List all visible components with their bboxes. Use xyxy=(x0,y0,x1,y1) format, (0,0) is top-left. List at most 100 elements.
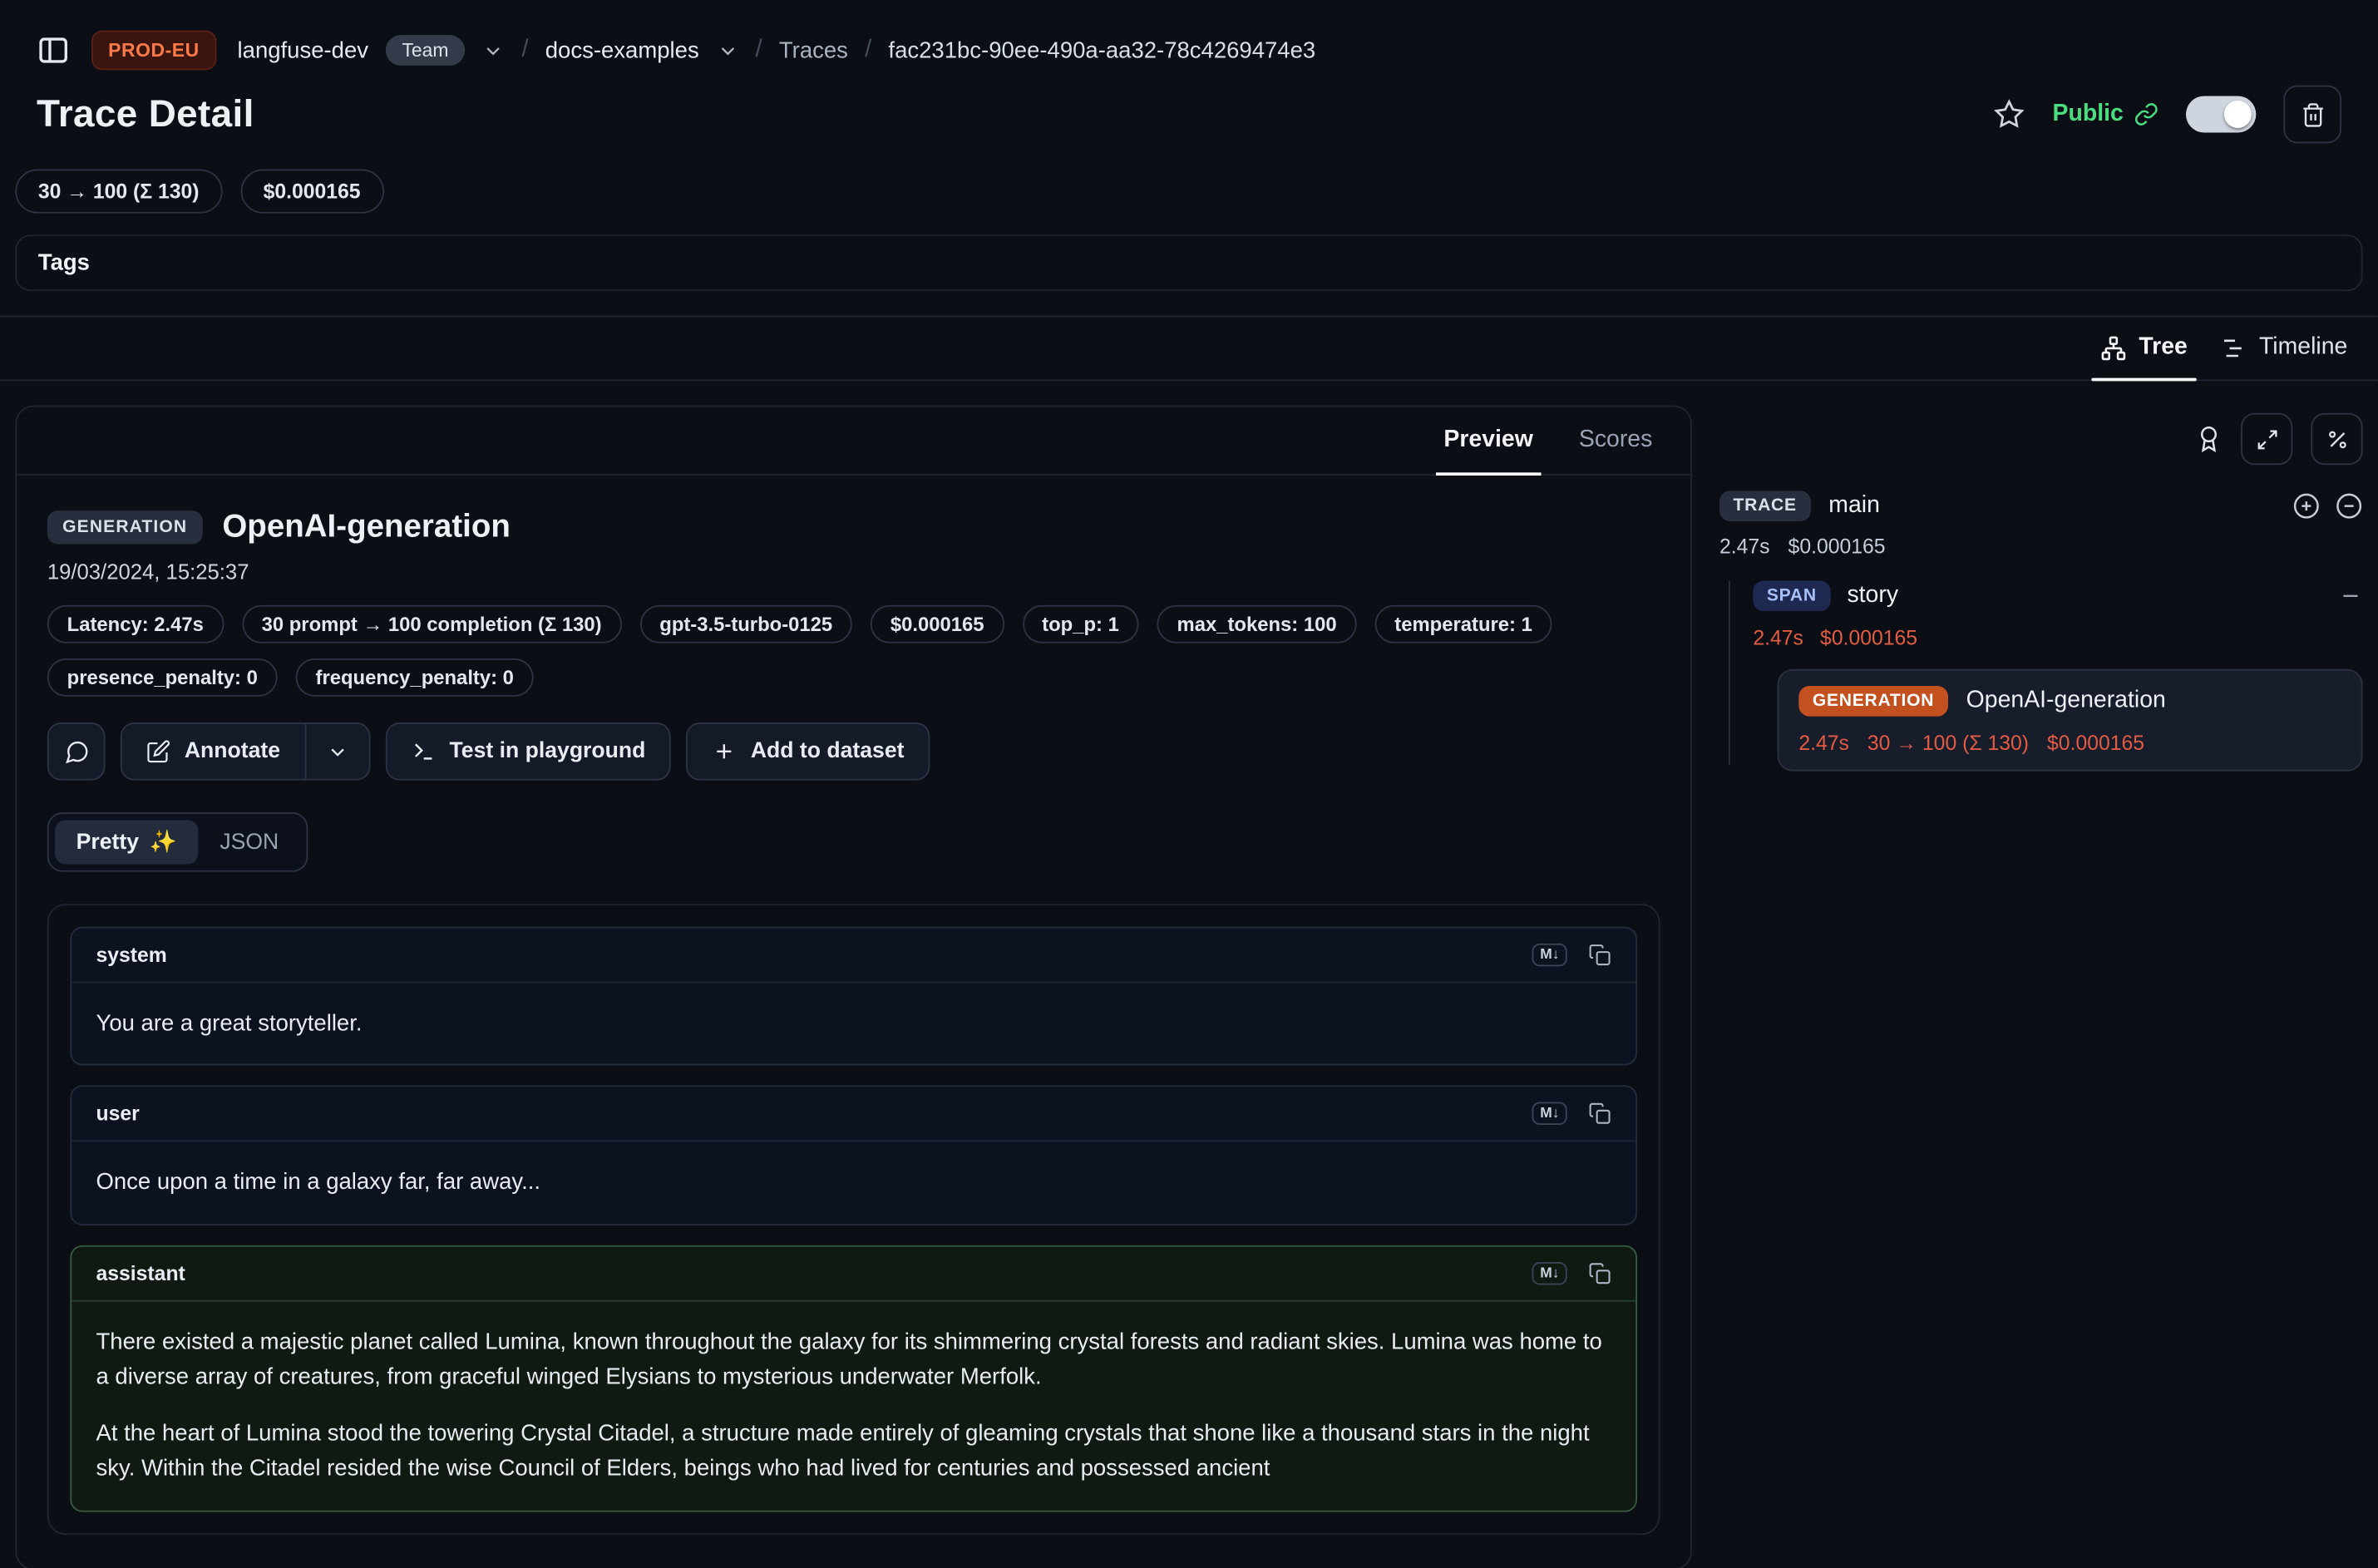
observation-meta-pills-2: presence_penalty: 0 frequency_penalty: 0 xyxy=(47,658,1660,697)
tab-tree[interactable]: Tree xyxy=(2089,328,2200,379)
trace-detail-page: PROD-EU langfuse-dev Team / docs-example… xyxy=(0,0,2378,1568)
tree-node-trace[interactable]: TRACE main xyxy=(1719,491,2363,521)
bookmark-trace-button[interactable] xyxy=(1995,99,2025,130)
generation-metrics: 2.47s 30 → 100 (Σ 130) $0.000165 xyxy=(1798,732,2341,754)
tree-node-span[interactable]: SPAN story xyxy=(1753,580,2362,611)
message-content: You are a great storyteller. xyxy=(72,982,1635,1064)
trace-metrics: 2.47s $0.000165 xyxy=(1719,535,2363,557)
tree-toolbar xyxy=(1719,413,2363,465)
panel-tabs: Preview Scores xyxy=(17,407,1690,475)
tab-preview[interactable]: Preview xyxy=(1421,407,1556,474)
observation-details: GENERATION OpenAI-generation 19/03/2024,… xyxy=(17,476,1690,1565)
trace-name: main xyxy=(1828,492,1880,520)
span-name: story xyxy=(1847,582,1898,609)
message-paragraph: There existed a majestic planet called L… xyxy=(96,1324,1611,1394)
trace-badge: TRACE xyxy=(1719,491,1810,521)
observation-type-badge: GENERATION xyxy=(47,510,203,544)
message-actions: M↓ xyxy=(1532,944,1611,967)
timeline-icon xyxy=(2221,334,2247,360)
annotate-dropdown-button[interactable] xyxy=(306,722,370,781)
percent-icon xyxy=(2326,427,2349,450)
annotate-label: Annotate xyxy=(185,739,280,763)
expand-node-button[interactable] xyxy=(2292,492,2320,520)
project-switcher-button[interactable] xyxy=(716,39,738,62)
org-switcher-button[interactable] xyxy=(482,39,505,62)
public-link[interactable]: Public xyxy=(2053,101,2158,128)
delete-trace-button[interactable] xyxy=(2283,86,2341,144)
tree-children: SPAN story 2.47s $0.000165 GENERATION Op… xyxy=(1719,580,2363,771)
copy-icon xyxy=(1588,1261,1611,1284)
generation-cost: $0.000165 xyxy=(2047,732,2144,754)
add-to-dataset-button[interactable]: Add to dataset xyxy=(687,722,930,781)
messages-container: system M↓ You are a great storyteller. xyxy=(47,904,1660,1534)
message-system: system M↓ You are a great storyteller. xyxy=(70,927,1637,1066)
format-pretty-button[interactable]: Pretty ✨ xyxy=(55,820,199,864)
copy-button[interactable] xyxy=(1588,1102,1611,1126)
format-json-button[interactable]: JSON xyxy=(199,821,300,863)
message-header: assistant M↓ xyxy=(72,1246,1635,1299)
presence-penalty-pill: presence_penalty: 0 xyxy=(47,658,278,697)
copy-button[interactable] xyxy=(1588,944,1611,967)
sidebar-toggle-button[interactable] xyxy=(37,33,70,67)
message-actions: M↓ xyxy=(1532,1102,1611,1126)
terminal-icon xyxy=(412,739,436,763)
trace-summary-row: 30 → 100 (Σ 130) $0.000165 xyxy=(0,169,2378,213)
org-type-badge: Team xyxy=(385,35,465,66)
title-row: Trace Detail Public xyxy=(0,70,2378,143)
comment-icon xyxy=(63,738,89,764)
chevron-down-icon xyxy=(326,740,348,762)
collapse-node-button[interactable] xyxy=(2336,492,2363,520)
breadcrumb-project[interactable]: docs-examples xyxy=(545,37,699,63)
annotate-button[interactable]: Annotate xyxy=(121,722,306,781)
top-navigation: PROD-EU langfuse-dev Team / docs-example… xyxy=(0,0,2378,70)
tab-timeline[interactable]: Timeline xyxy=(2208,328,2359,379)
observation-timestamp: 19/03/2024, 15:25:37 xyxy=(47,560,1660,584)
latency-pill: Latency: 2.47s xyxy=(47,605,224,643)
markdown-toggle-icon[interactable]: M↓ xyxy=(1532,1102,1567,1126)
token-pill: 30 prompt → 100 completion (Σ 130) xyxy=(242,605,622,643)
tree-node-generation-selected[interactable]: GENERATION OpenAI-generation 2.47s 30 → … xyxy=(1778,669,2363,772)
public-toggle[interactable] xyxy=(2186,96,2256,132)
message-role: user xyxy=(96,1102,139,1126)
copy-icon xyxy=(1588,944,1611,967)
copy-button[interactable] xyxy=(1588,1261,1611,1284)
tab-scores[interactable]: Scores xyxy=(1556,407,1675,474)
format-toggle: Pretty ✨ JSON xyxy=(47,812,308,871)
top-p-pill: top_p: 1 xyxy=(1022,605,1138,643)
generation-latency: 2.47s xyxy=(1798,732,1849,754)
annotate-split-button: Annotate xyxy=(121,722,370,781)
observation-actions: Annotate Test in playground Add to datas… xyxy=(47,722,1660,781)
breadcrumb-org[interactable]: langfuse-dev xyxy=(238,37,368,63)
trace-cost: $0.000165 xyxy=(1788,535,1886,557)
scores-shortcut-button[interactable] xyxy=(2195,425,2223,452)
sparkles-icon: ✨ xyxy=(150,829,177,855)
collapse-span-button[interactable] xyxy=(2338,584,2362,608)
tags-section[interactable]: Tags xyxy=(15,234,2362,291)
test-in-playground-button[interactable]: Test in playground xyxy=(386,722,672,781)
breadcrumb-traces[interactable]: Traces xyxy=(779,37,848,63)
panel-left-icon xyxy=(37,33,70,67)
edit-icon xyxy=(146,739,170,763)
breadcrumb: langfuse-dev Team / docs-examples / Trac… xyxy=(238,35,1316,66)
toggle-thumb xyxy=(2224,101,2252,128)
view-tabs: Tree Timeline xyxy=(0,315,2378,381)
chevron-down-icon xyxy=(716,39,738,62)
expand-all-button[interactable] xyxy=(2241,413,2292,465)
token-usage-pill: 30 → 100 (Σ 130) xyxy=(15,169,222,213)
model-pill[interactable]: gpt-3.5-turbo-0125 xyxy=(639,605,852,643)
copy-icon xyxy=(1588,1102,1611,1126)
pretty-label: Pretty xyxy=(76,830,139,854)
message-paragraph: Once upon a time in a galaxy far, far aw… xyxy=(96,1165,1611,1201)
plus-circle-icon xyxy=(2292,492,2320,520)
message-role: assistant xyxy=(96,1261,185,1284)
markdown-toggle-icon[interactable]: M↓ xyxy=(1532,1261,1567,1284)
span-latency: 2.47s xyxy=(1753,626,1803,648)
comment-button[interactable] xyxy=(47,722,106,781)
message-content: There existed a majestic planet called L… xyxy=(72,1299,1635,1510)
toggle-metrics-button[interactable] xyxy=(2311,413,2362,465)
markdown-toggle-icon[interactable]: M↓ xyxy=(1532,944,1567,967)
main-content: Preview Scores GENERATION OpenAI-generat… xyxy=(0,381,2378,1568)
breadcrumb-separator: / xyxy=(865,37,871,64)
span-metrics: 2.47s $0.000165 xyxy=(1753,626,2362,648)
observation-meta-pills: Latency: 2.47s 30 prompt → 100 completio… xyxy=(47,605,1660,643)
